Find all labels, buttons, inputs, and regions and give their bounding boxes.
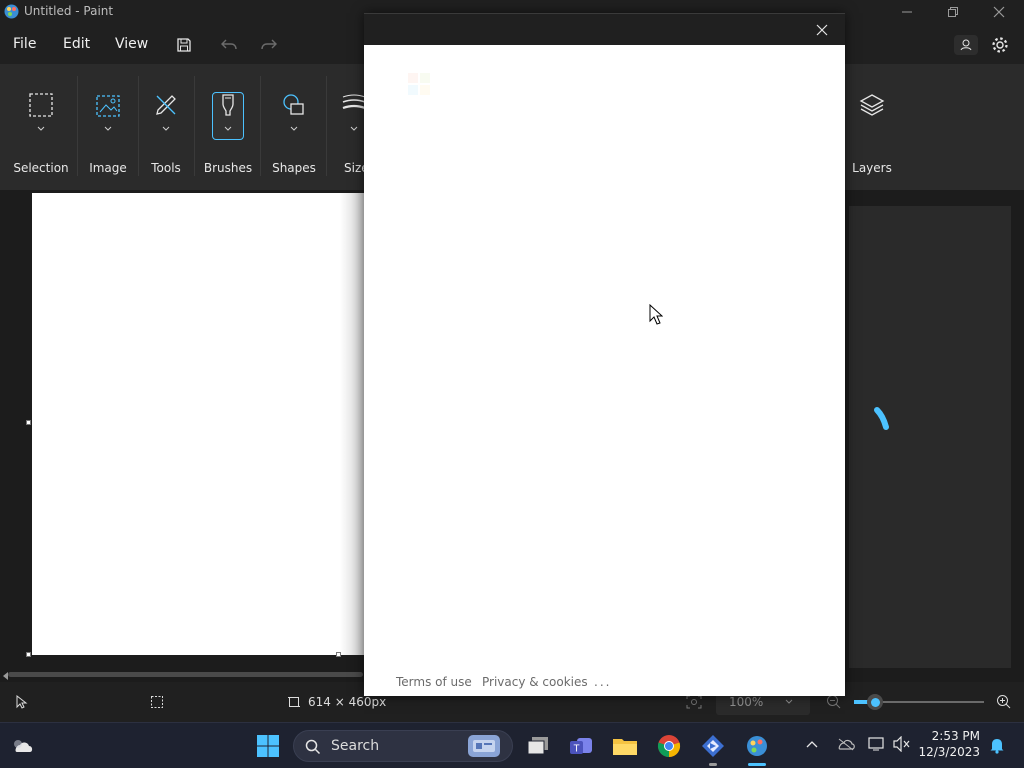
- teams-icon[interactable]: T: [566, 731, 596, 761]
- volume-muted-icon[interactable]: [893, 736, 911, 752]
- paint-taskbar-icon[interactable]: [742, 731, 772, 761]
- task-view-icon[interactable]: [523, 731, 553, 761]
- privacy-cookies-link[interactable]: Privacy & cookies: [482, 675, 588, 689]
- dialog-shadow: [340, 193, 364, 655]
- taskbar-time[interactable]: 2:53 PM: [916, 729, 980, 743]
- paint-app-icon: [3, 3, 20, 20]
- brush-icon: [211, 92, 245, 140]
- layers-pane: [849, 206, 1011, 668]
- ribbon-tools-group[interactable]: Tools: [140, 64, 192, 190]
- search-highlight-icon: [468, 735, 500, 757]
- taskbar: Search T 2:53 PM 12/3/2023: [0, 722, 1024, 768]
- image-icon: [91, 92, 125, 140]
- search-placeholder: Search: [331, 738, 380, 754]
- account-icon[interactable]: [952, 32, 980, 58]
- minimize-button[interactable]: [884, 0, 930, 24]
- canvas-resize-handle-bottom[interactable]: [336, 652, 341, 657]
- ribbon-label-tools: Tools: [151, 161, 181, 175]
- settings-gear-icon[interactable]: [986, 32, 1014, 58]
- zoom-value: 100%: [729, 695, 764, 709]
- mouse-cursor-icon: [649, 304, 663, 326]
- layers-icon: [855, 92, 889, 140]
- ribbon-selection-group[interactable]: Selection: [8, 64, 74, 190]
- ribbon-brushes-group[interactable]: Brushes: [198, 64, 258, 190]
- selection-size-icon: [150, 695, 164, 709]
- close-window-button[interactable]: [976, 0, 1022, 24]
- sign-in-dialog: Terms of use Privacy & cookies ...: [364, 13, 845, 696]
- save-icon[interactable]: [170, 32, 198, 58]
- taskbar-search-box[interactable]: Search: [293, 730, 513, 762]
- ribbon-label-image: Image: [89, 161, 127, 175]
- terms-of-use-link[interactable]: Terms of use: [396, 675, 472, 689]
- menu-edit[interactable]: Edit: [63, 36, 90, 52]
- drawing-canvas[interactable]: [32, 193, 372, 655]
- taskbar-date[interactable]: 12/3/2023: [916, 745, 980, 759]
- canvas-size-text: 614 × 460px: [308, 695, 387, 709]
- ribbon-label-layers: Layers: [852, 161, 892, 175]
- network-icon[interactable]: [867, 736, 885, 752]
- menu-view[interactable]: View: [115, 36, 148, 52]
- fit-to-window-icon[interactable]: [686, 695, 702, 709]
- chevron-up-icon[interactable]: [806, 739, 818, 749]
- file-explorer-icon[interactable]: [610, 731, 640, 761]
- canvas-resize-handle-left[interactable]: [26, 420, 31, 425]
- canvas-size-icon: [287, 695, 301, 709]
- start-windows-icon[interactable]: [253, 731, 283, 761]
- dialog-header: [364, 13, 845, 45]
- svg-text:T: T: [573, 744, 579, 755]
- close-icon: [816, 24, 828, 36]
- pointer-icon: [14, 695, 28, 709]
- more-options-link[interactable]: ...: [594, 675, 611, 689]
- ribbon-layers-group[interactable]: Layers: [846, 64, 898, 190]
- search-icon: [305, 739, 321, 755]
- horizontal-scrollbar[interactable]: [8, 672, 363, 677]
- dialog-close-button[interactable]: [808, 18, 836, 42]
- faded-logo-icon: [408, 73, 430, 95]
- chrome-icon[interactable]: [654, 731, 684, 761]
- app-diamond-icon[interactable]: [698, 731, 728, 761]
- zoom-out-icon[interactable]: [826, 694, 842, 710]
- zoom-in-icon[interactable]: [996, 694, 1012, 710]
- undo-icon[interactable]: [215, 32, 243, 58]
- ribbon-label-shapes: Shapes: [272, 161, 316, 175]
- restore-button[interactable]: [930, 0, 976, 24]
- onedrive-icon[interactable]: [836, 737, 856, 751]
- ribbon-image-group[interactable]: Image: [80, 64, 136, 190]
- chevron-down-icon: [784, 697, 794, 707]
- window-title: Untitled - Paint: [24, 4, 114, 18]
- ribbon-label-selection: Selection: [13, 161, 69, 175]
- loading-spinner-icon: [873, 406, 893, 432]
- menu-file[interactable]: File: [13, 36, 36, 52]
- active-app-indicator: [748, 763, 766, 766]
- ribbon-label-brushes: Brushes: [203, 161, 253, 175]
- weather-widget-icon[interactable]: [8, 731, 38, 761]
- selection-rectangle-icon: [24, 92, 58, 140]
- redo-icon[interactable]: [255, 32, 283, 58]
- canvas-resize-handle-bottom-left[interactable]: [26, 652, 31, 657]
- ribbon-shapes-group[interactable]: Shapes: [264, 64, 324, 190]
- shapes-icon: [277, 92, 311, 140]
- zoom-slider-thumb[interactable]: [867, 694, 883, 710]
- tools-pencil-icon: [149, 92, 183, 140]
- notification-bell-icon[interactable]: [988, 736, 1006, 754]
